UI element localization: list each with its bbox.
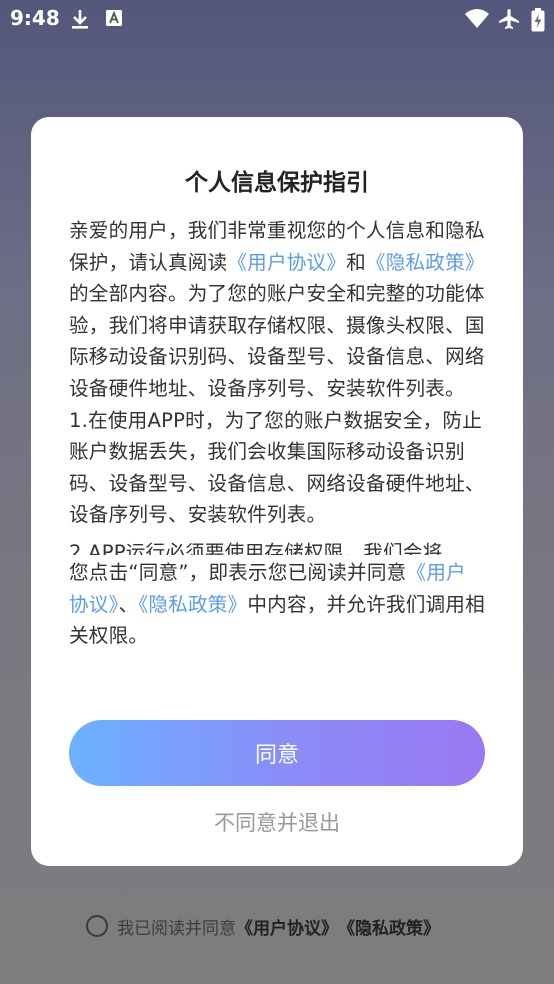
- intro-text-3: 的全部内容。为了您的账户安全和完整的功能体验，我们将申请获取存储权限、摄像头权限…: [69, 282, 485, 400]
- consent-paragraph: 您点击“同意”，即表示您已阅读并同意《用户协议》、《隐私政策》中内容，并允许我们…: [69, 557, 485, 652]
- consent-privacy-policy-link[interactable]: 《隐私政策》: [338, 914, 440, 939]
- privacy-dialog: 个人信息保护指引 亲爱的用户，我们非常重视您的个人信息和隐私保护，请认真阅读《用…: [31, 117, 523, 866]
- agree-button[interactable]: 同意: [69, 720, 485, 786]
- disagree-exit-button[interactable]: 不同意并退出: [31, 807, 523, 837]
- dialog-title: 个人信息保护指引: [185, 170, 369, 196]
- wifi-icon: [464, 8, 490, 34]
- point-2-paragraph: 2.APP运行必须要使用存储权限，我们会将: [69, 540, 443, 555]
- user-agreement-link[interactable]: 《用户协议》: [227, 251, 346, 274]
- status-time: 9:48: [10, 6, 60, 30]
- status-bar: 9:48: [0, 0, 554, 38]
- consent-label: 我已阅读并同意: [117, 918, 236, 939]
- point-1-paragraph: 1.在使用APP时，为了您的账户数据安全，防止账户数据丢失，我们会收集国际移动设…: [69, 408, 485, 527]
- font-icon: [104, 8, 124, 32]
- battery-charging-icon: [531, 8, 545, 36]
- consent-text-2: 、: [118, 592, 139, 616]
- intro-paragraph: 亲爱的用户，我们非常重视您的个人信息和隐私保护，请认真阅读《用户协议》和《隐私政…: [69, 215, 485, 405]
- dialog-body: 亲爱的用户，我们非常重视您的个人信息和隐私保护，请认真阅读《用户协议》和《隐私政…: [69, 215, 485, 685]
- consent-user-agreement-link[interactable]: 《用户协议》: [236, 914, 338, 939]
- airplane-icon: [498, 8, 520, 34]
- download-icon: [70, 8, 90, 34]
- intro-text-2: 和: [346, 250, 366, 274]
- privacy-policy-link[interactable]: 《隐私政策》: [366, 251, 485, 274]
- consent-row: 我已阅读并同意 《用户协议》 《隐私政策》: [86, 912, 440, 940]
- consent-text-1: 您点击“同意”，即表示您已阅读并同意: [69, 560, 407, 584]
- consent-checkbox[interactable]: [86, 915, 108, 937]
- privacy-policy-link-2[interactable]: 《隐私政策》: [138, 593, 247, 616]
